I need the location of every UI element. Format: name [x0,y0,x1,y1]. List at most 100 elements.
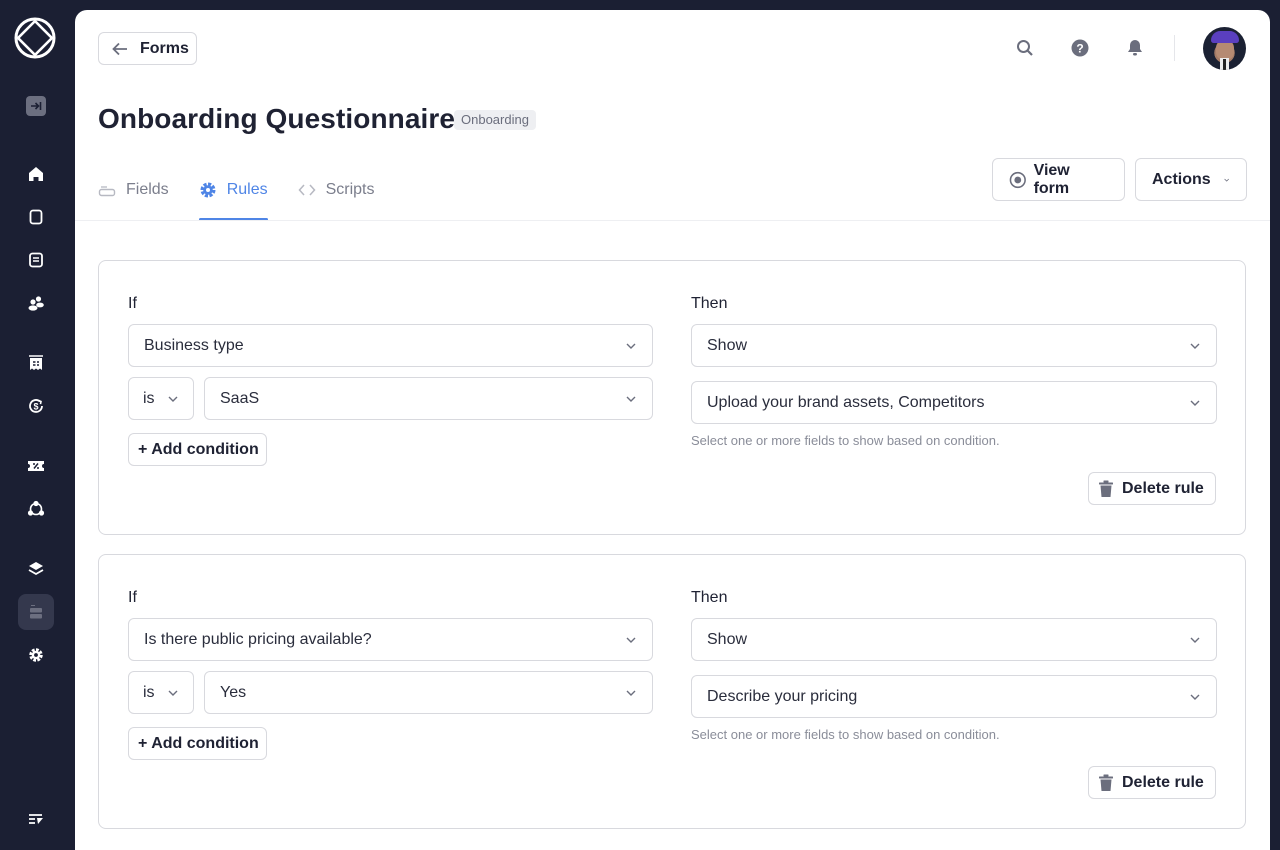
chevron-down-icon [1190,343,1200,349]
condition-value: Yes [220,683,247,701]
notifications-button[interactable] [1125,38,1145,58]
users-icon [28,296,44,311]
target-fields-value: Describe your pricing [707,687,858,705]
back-to-forms-button[interactable]: Forms [98,32,197,65]
message-icon [29,252,43,268]
code-icon [298,184,316,196]
trash-icon [1099,774,1113,791]
tab-scripts-label: Scripts [325,181,375,198]
rule-card: If Business type is SaaS + Add condition… [98,260,1246,535]
target-fields-select[interactable]: Describe your pricing [691,675,1217,718]
condition-value-select[interactable]: Yes [204,671,653,714]
action-value: Show [707,630,748,648]
svg-text:$: $ [33,402,38,412]
svg-text:?: ? [1076,42,1083,56]
operator-select[interactable]: is [128,377,194,420]
if-label: If [128,295,137,312]
sidebar-item-invoices[interactable] [18,345,54,381]
collapse-sidebar-icon [31,102,42,110]
bell-icon [1128,40,1142,56]
sidebar-item-settings[interactable] [18,637,54,673]
condition-field-value: Is there public pricing available? [144,630,372,648]
condition-field-select[interactable]: Is there public pricing available? [128,618,653,661]
top-toolbar: ? [1015,26,1246,70]
sidebar-item-subscriptions[interactable]: $ [18,388,54,424]
target-fields-value: Upload your brand assets, Competitors [707,393,985,411]
main-panel: Forms ? Onboarding Questionnaire Onboard… [75,10,1270,850]
actions-dropdown[interactable]: Actions [1135,158,1247,201]
action-select[interactable]: Show [691,324,1217,367]
sidebar-item-forms[interactable] [18,594,54,630]
form-category-badge: Onboarding [454,110,536,130]
search-button[interactable] [1015,38,1035,58]
tabs-divider [75,220,1270,221]
sidebar-item-orders[interactable] [18,199,54,235]
operator-value: is [143,683,155,701]
sidebar: $ [0,0,72,842]
add-condition-label: + Add condition [138,440,259,458]
view-form-button[interactable]: View form [992,158,1125,201]
delete-rule-label: Delete rule [1122,479,1204,497]
eye-icon [1009,171,1026,188]
action-select[interactable]: Show [691,618,1217,661]
chevron-down-icon [1190,694,1200,700]
tab-fields[interactable]: Fields [98,170,169,210]
tab-scripts[interactable]: Scripts [298,170,375,210]
add-condition-label: + Add condition [138,734,259,752]
target-fields-helper: Select one or more fields to show based … [691,727,1000,742]
chevron-down-icon [168,396,178,402]
then-label: Then [691,589,728,606]
sidebar-item-services[interactable] [18,551,54,587]
if-label: If [128,589,137,606]
target-fields-helper: Select one or more fields to show based … [691,433,1000,448]
condition-value: SaaS [220,389,260,407]
collapse-sidebar-button[interactable] [26,96,46,116]
tab-rules-label: Rules [226,181,268,198]
arrow-left-icon [112,42,127,55]
tab-fields-label: Fields [126,181,169,198]
sidebar-item-clients[interactable] [18,285,54,321]
view-form-label: View form [1033,161,1070,197]
target-fields-select[interactable]: Upload your brand assets, Competitors [691,381,1217,424]
chevron-down-icon [168,690,178,696]
sidebar-item-messages[interactable] [18,242,54,278]
user-avatar[interactable] [1203,26,1246,70]
add-condition-button[interactable]: + Add condition [128,433,267,466]
add-condition-button[interactable]: + Add condition [128,727,267,760]
app-logo[interactable] [14,17,56,59]
delete-rule-button[interactable]: Delete rule [1088,766,1216,799]
chevron-down-icon [626,690,636,696]
help-button[interactable]: ? [1070,38,1090,58]
changelog-button[interactable] [18,801,54,837]
chevron-down-icon [1223,178,1229,182]
gear-icon [200,182,216,198]
operator-value: is [143,389,155,407]
condition-field-value: Business type [144,336,244,354]
sidebar-item-coupons[interactable] [18,448,54,484]
home-icon [29,167,43,181]
clipboard-icon [29,209,43,225]
affiliates-icon [27,500,45,516]
condition-field-select[interactable]: Business type [128,324,653,367]
operator-select[interactable]: is [128,671,194,714]
chevron-down-icon [626,396,636,402]
trash-icon [1099,480,1113,497]
forms-icon [30,605,42,619]
condition-value-select[interactable]: SaaS [204,377,653,420]
chevron-down-icon [626,637,636,643]
coupon-icon [28,461,44,471]
delete-rule-label: Delete rule [1122,773,1204,791]
sidebar-item-home[interactable] [18,156,54,192]
settings-icon [29,648,43,662]
tab-rules[interactable]: Rules [198,170,268,221]
actions-label: Actions [1152,170,1211,188]
delete-rule-button[interactable]: Delete rule [1088,472,1216,505]
layers-icon [28,562,44,576]
help-icon: ? [1071,39,1089,57]
invoice-icon [29,355,43,370]
subscription-icon: $ [29,399,43,413]
field-icon [98,186,116,197]
changelog-icon [29,814,43,824]
sidebar-item-affiliates[interactable] [18,491,54,527]
page-title: Onboarding Questionnaire [98,103,456,134]
